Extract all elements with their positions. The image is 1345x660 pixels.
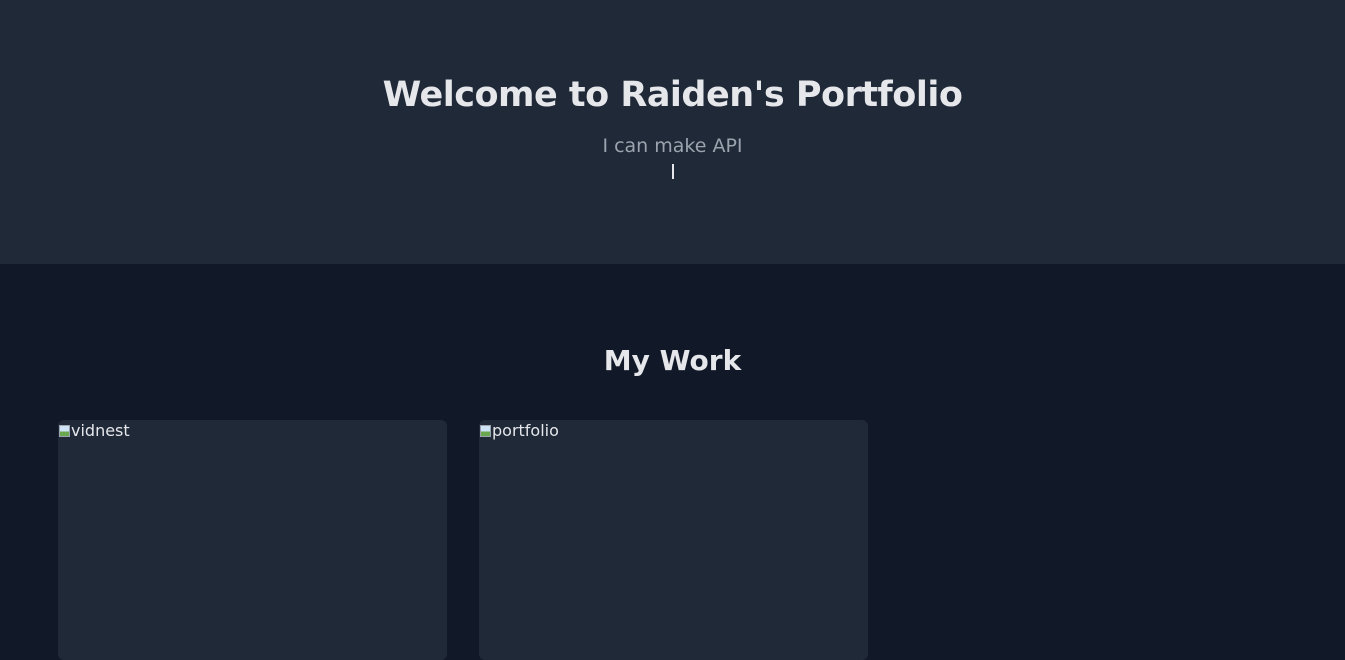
project-card-vidnest[interactable]: vidnest [58, 420, 447, 660]
broken-image-icon [479, 423, 492, 439]
project-image-portfolio: portfolio [479, 420, 559, 442]
image-alt-text: portfolio [492, 421, 559, 440]
image-alt-text: vidnest [71, 421, 130, 440]
hero-title: Welcome to Raiden's Portfolio [382, 75, 963, 115]
project-image-vidnest: vidnest [58, 420, 130, 442]
section-title: My Work [603, 344, 742, 377]
hero-subtitle: I can make API [602, 135, 743, 157]
typing-cursor [672, 164, 674, 179]
project-card-portfolio[interactable]: portfolio [479, 420, 868, 660]
hero-section: Welcome to Raiden's Portfolio I can make… [0, 0, 1345, 264]
my-work-section: My Work vidnest portfolio [0, 264, 1345, 660]
broken-image-icon [58, 423, 71, 439]
